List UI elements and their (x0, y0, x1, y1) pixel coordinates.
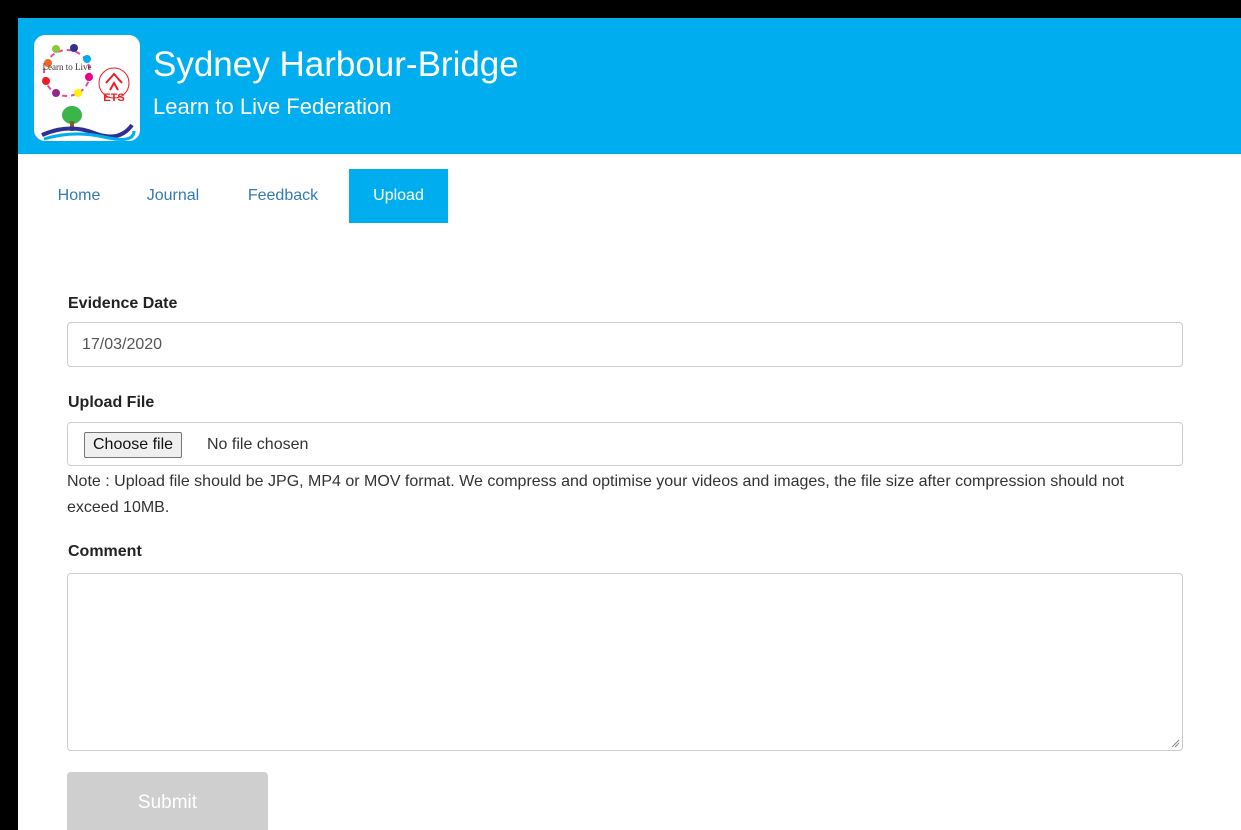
comment-textarea[interactable] (67, 573, 1183, 751)
svg-text:ETS: ETS (103, 92, 124, 104)
resize-grip-icon[interactable] (1170, 738, 1180, 748)
submit-button[interactable]: Submit (67, 772, 268, 830)
site-title: Sydney Harbour-Bridge (153, 45, 519, 84)
file-upload-field: Choose file No file chosen (67, 422, 1183, 466)
upload-note: Note : Upload file should be JPG, MP4 or… (67, 473, 1125, 516)
site-header: Learn to Live ETS Sydney Harbour-Bridge … (18, 18, 1241, 154)
page-frame: Learn to Live ETS Sydney Harbour-Bridge … (18, 18, 1241, 830)
nav-upload[interactable]: Upload (349, 169, 448, 223)
file-status-text: No file chosen (207, 436, 309, 453)
main-nav: Home Journal Feedback Upload (18, 169, 1241, 223)
evidence-date-input[interactable] (67, 322, 1183, 367)
comment-label: Comment (68, 543, 142, 560)
evidence-date-label: Evidence Date (68, 295, 178, 312)
federation-logo: Learn to Live ETS (34, 35, 140, 141)
svg-text:Learn to Live: Learn to Live (43, 62, 92, 72)
upload-file-label: Upload File (68, 394, 155, 411)
choose-file-button[interactable]: Choose file (84, 432, 183, 458)
nav-journal[interactable]: Journal (133, 169, 213, 223)
nav-feedback[interactable]: Feedback (233, 169, 333, 223)
site-subtitle: Learn to Live Federation (153, 94, 392, 119)
nav-home[interactable]: Home (42, 169, 116, 223)
